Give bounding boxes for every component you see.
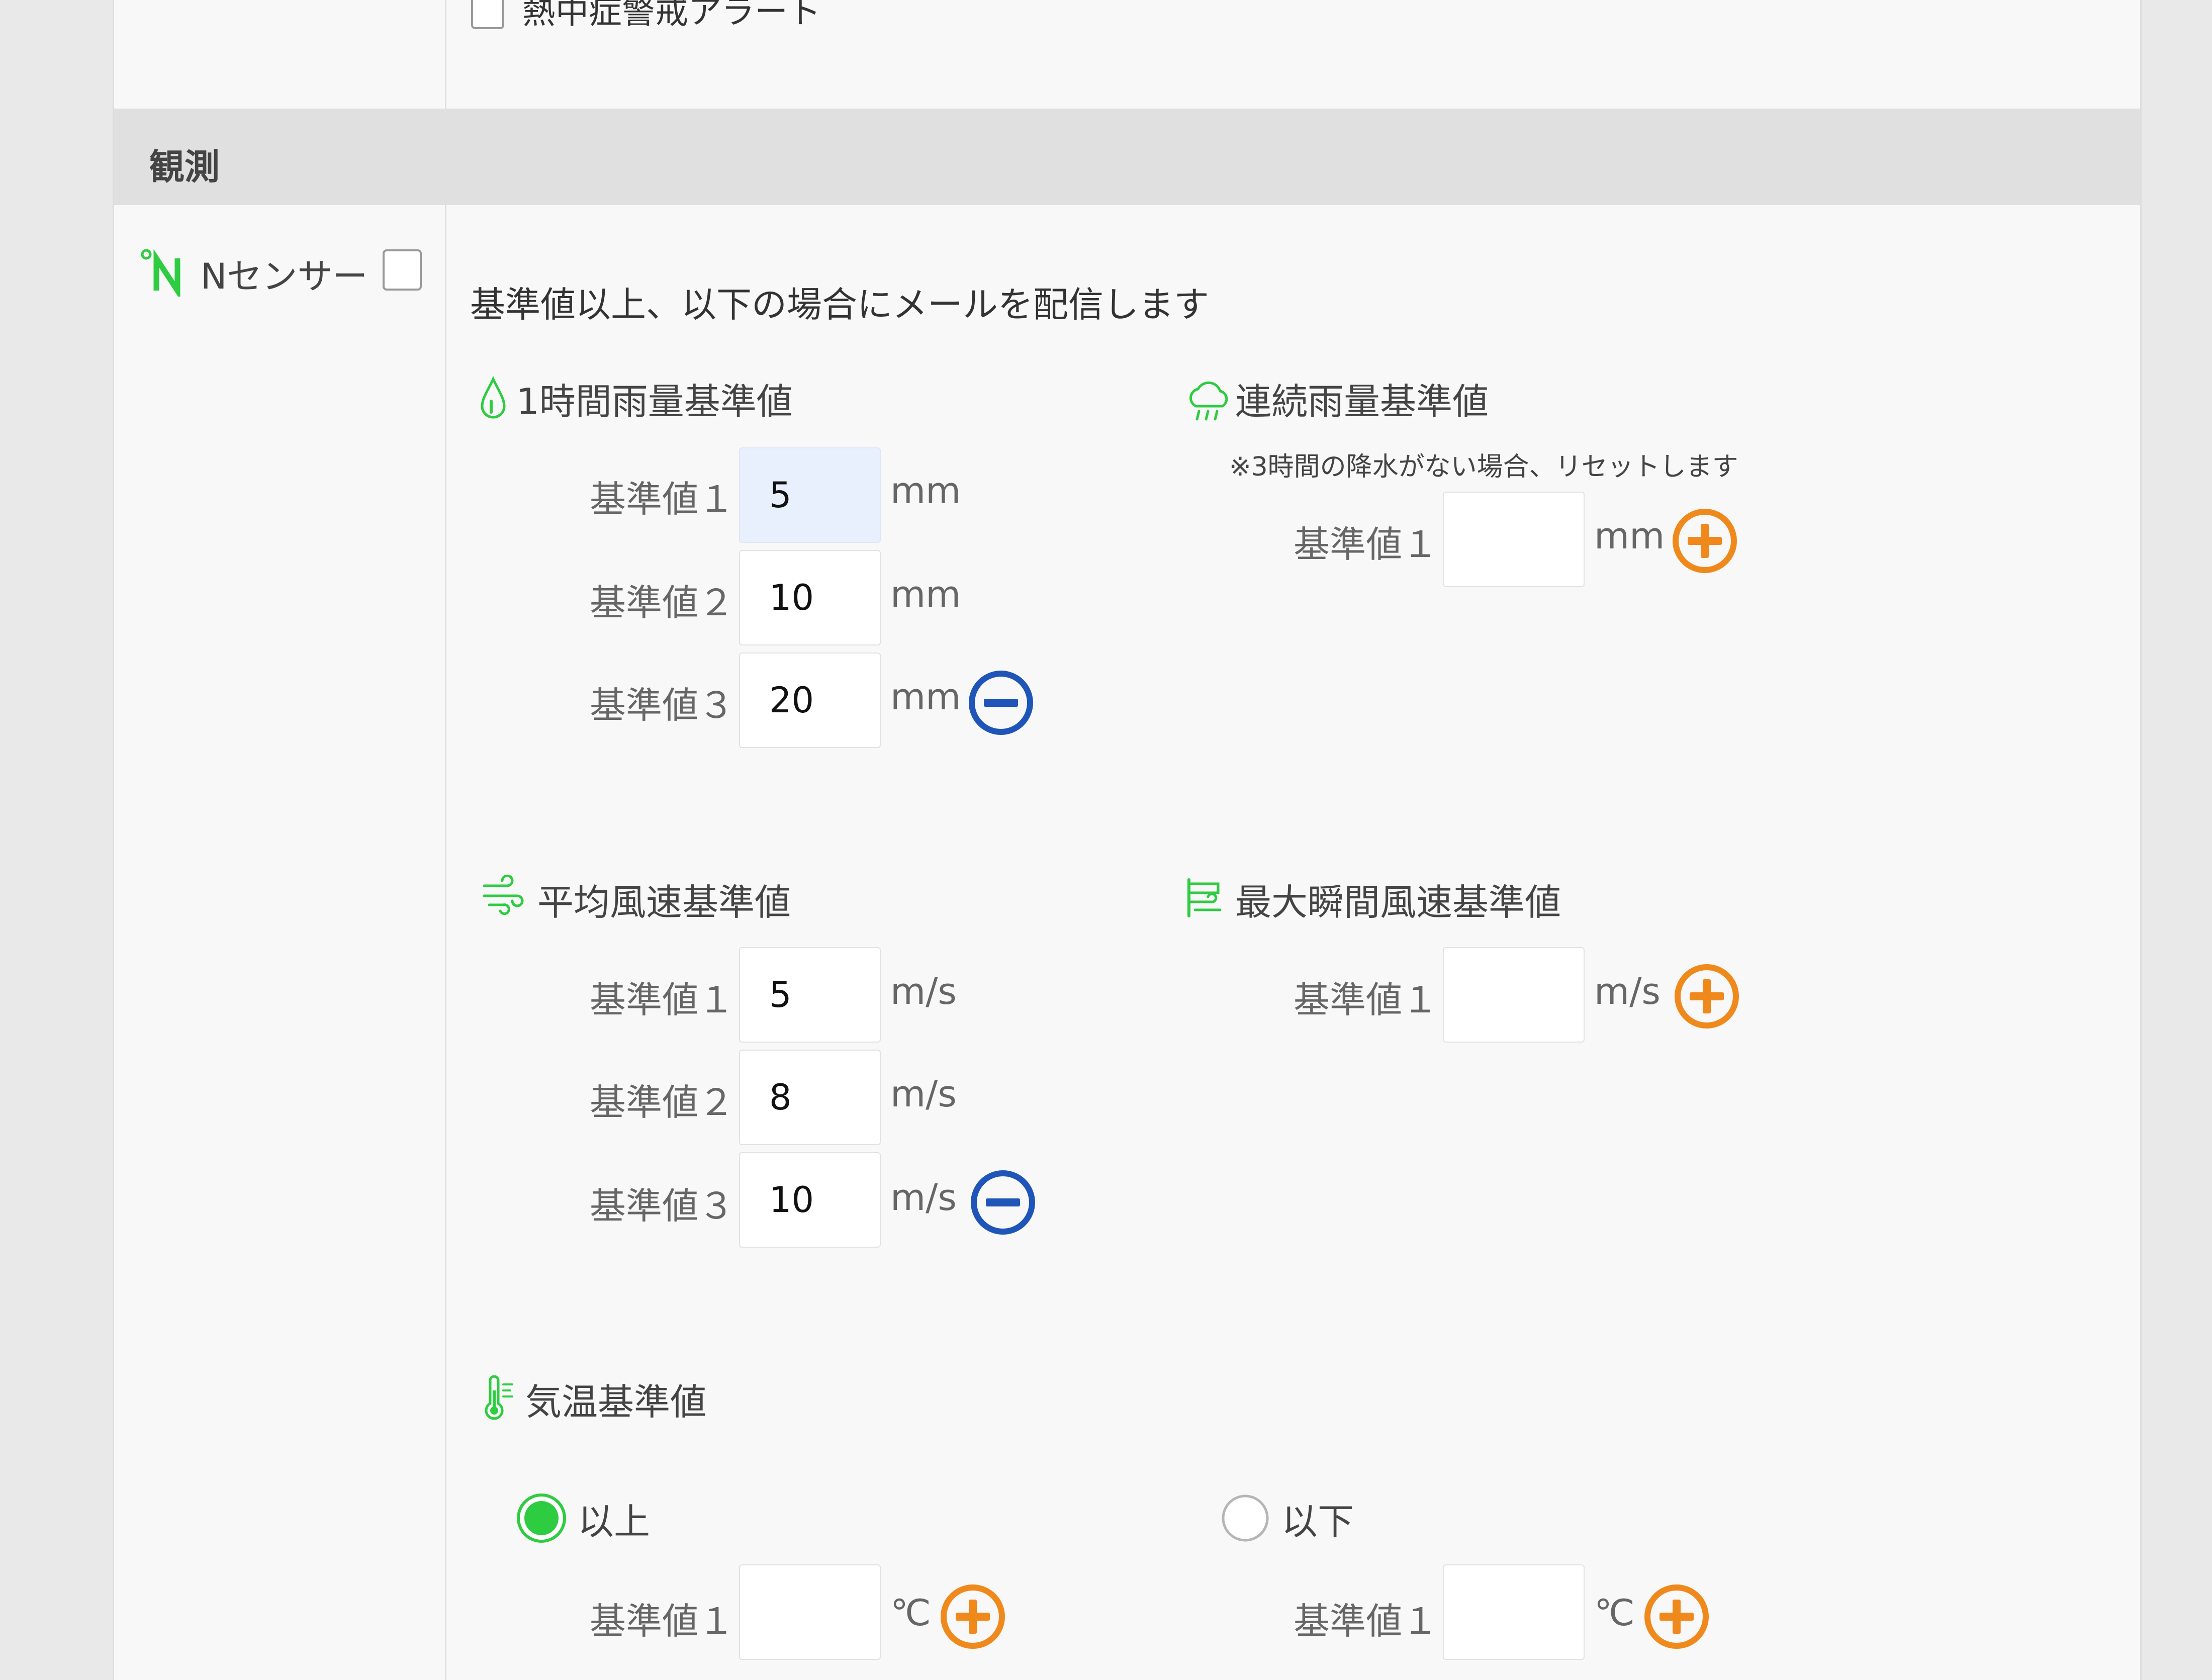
raindrop-icon (481, 376, 506, 419)
wind-avg-label-3: 基準値３ (590, 1185, 735, 1227)
temperature-title: 気温基準値 (525, 1381, 707, 1423)
rain-hourly-title: 1時間雨量基準値 (516, 381, 793, 423)
wind-avg-input-1[interactable] (739, 947, 881, 1043)
minus-circle-icon[interactable] (967, 669, 1035, 737)
settings-panel: 熱中症警戒アラート 観測 Nセンサー 基準値以上、以下の場合にメールを配信します… (113, 0, 2142, 1680)
wind-avg-unit-1: m/s (890, 970, 957, 1012)
rain-continuous-note: ※3時間の降水がない場合、リセットします (1229, 452, 1738, 482)
wind-gust-label-1: 基準値１ (1294, 979, 1439, 1021)
section-header: 観測 (114, 109, 2140, 205)
rain-hourly-input-1[interactable] (739, 447, 881, 543)
plus-circle-icon[interactable] (1671, 507, 1739, 575)
temperature-below-unit-1: ℃ (1594, 1592, 1635, 1634)
rain-continuous-input-1[interactable] (1443, 492, 1585, 587)
section-title: 観測 (149, 146, 220, 188)
rain-hourly-label-1: 基準値１ (590, 478, 735, 520)
column-divider (445, 0, 446, 1680)
info-text: 基準値以上、以下の場合にメールを配信します (470, 284, 1209, 325)
heatstroke-alert-label: 熱中症警戒アラート (522, 0, 821, 31)
rain-hourly-label-3: 基準値３ (590, 684, 735, 726)
temperature-below-input-1[interactable] (1443, 1564, 1585, 1660)
rain-hourly-unit-1: mm (890, 470, 961, 512)
wind-avg-title: 平均風速基準値 (537, 881, 791, 923)
rain-hourly-unit-3: mm (890, 676, 961, 718)
rain-cloud-icon (1189, 381, 1228, 421)
wind-avg-unit-3: m/s (890, 1176, 957, 1219)
temperature-above-radio[interactable] (515, 1492, 568, 1544)
temperature-below-radio[interactable] (1219, 1492, 1271, 1544)
rain-hourly-input-2[interactable] (739, 550, 881, 645)
plus-circle-icon[interactable] (1642, 1582, 1711, 1651)
rain-continuous-title: 連続雨量基準値 (1235, 381, 1489, 423)
temperature-above-unit-1: ℃ (890, 1592, 931, 1634)
rain-hourly-label-2: 基準値２ (590, 582, 735, 624)
wind-gust-input-1[interactable] (1443, 947, 1585, 1043)
wind-avg-input-3[interactable] (739, 1152, 881, 1248)
wind-gust-icon (1187, 878, 1222, 917)
wind-gust-title: 最大瞬間風速基準値 (1235, 881, 1561, 923)
wind-gust-unit-1: m/s (1594, 970, 1661, 1012)
plus-circle-icon[interactable] (1673, 962, 1741, 1031)
wind-avg-label-1: 基準値１ (590, 979, 735, 1021)
temperature-below-row-label-1: 基準値１ (1294, 1600, 1439, 1642)
sensor-checkbox[interactable] (383, 249, 422, 291)
rain-hourly-unit-2: mm (890, 573, 961, 615)
rain-continuous-unit-1: mm (1594, 515, 1665, 557)
n-sensor-icon (141, 249, 180, 297)
heatstroke-alert-checkbox[interactable] (471, 0, 504, 29)
wind-avg-unit-2: m/s (890, 1073, 957, 1115)
rain-hourly-input-3[interactable] (739, 652, 881, 748)
temperature-below-label: 以下 (1281, 1501, 1354, 1543)
plus-circle-icon[interactable] (939, 1582, 1007, 1651)
rain-continuous-label-1: 基準値１ (1294, 523, 1439, 566)
sensor-label: Nセンサー (201, 256, 368, 297)
temperature-above-label: 以上 (578, 1501, 651, 1543)
wind-avg-input-2[interactable] (739, 1050, 881, 1145)
minus-circle-icon[interactable] (969, 1168, 1037, 1237)
temperature-above-input-1[interactable] (739, 1564, 881, 1660)
wind-avg-label-2: 基準値２ (590, 1081, 735, 1124)
temperature-above-row-label-1: 基準値１ (590, 1600, 735, 1642)
thermometer-icon (485, 1375, 513, 1420)
wind-icon (483, 875, 524, 915)
